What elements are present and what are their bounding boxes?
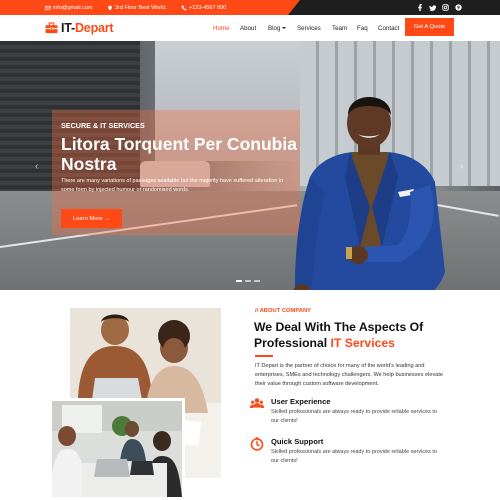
- hero-title: Litora Torquent Per Conubia Nostra: [61, 134, 297, 174]
- feature-quick-support: Quick Support Skilled professionals are …: [250, 437, 450, 467]
- page: info@gmail.com 3rd Floor Best World. +12…: [0, 0, 500, 500]
- nav-faq[interactable]: Faq: [357, 15, 368, 41]
- slider-prev-icon[interactable]: ‹: [35, 161, 38, 172]
- learn-more-button[interactable]: Learn More →: [61, 209, 122, 228]
- feature-title: Quick Support: [271, 437, 324, 446]
- slider-next-icon[interactable]: ›: [460, 161, 463, 172]
- main-navbar: IT-Depart Home About Blog Services Team …: [0, 15, 500, 41]
- nav-home[interactable]: Home: [213, 15, 230, 41]
- brand-name: IT-Depart: [61, 21, 114, 35]
- feature-user-experience: User Experience Skilled professionals ar…: [250, 397, 450, 427]
- contact-address-text: 3rd Floor Best World.: [115, 4, 167, 11]
- feature-description: Skilled professionals are always ready t…: [271, 449, 437, 464]
- location-icon: [108, 5, 112, 10]
- brand-name-part2: Depart: [74, 21, 114, 35]
- about-image-meeting: [49, 398, 185, 500]
- slider-dot[interactable]: [236, 280, 242, 282]
- about-title-accent: IT Services: [330, 335, 395, 350]
- twitter-icon[interactable]: [429, 4, 436, 11]
- chevron-down-icon: [282, 27, 287, 29]
- nav-about[interactable]: About: [240, 15, 256, 41]
- nav-team[interactable]: Team: [332, 15, 347, 41]
- phone-icon: [181, 5, 187, 10]
- brand-logo[interactable]: IT-Depart: [45, 19, 114, 37]
- hero-slider: ‹ › SECURE & IT SERVICES Litora Torquent…: [0, 41, 500, 290]
- slider-dots: [236, 280, 260, 282]
- about-description: IT Depart is the partner of choice for m…: [255, 363, 444, 388]
- feature-title: User Experience: [271, 397, 331, 406]
- users-icon: [250, 398, 264, 408]
- briefcase-icon: [45, 22, 58, 34]
- get-a-quote-button[interactable]: Get A Quote: [405, 18, 454, 36]
- pinterest-icon[interactable]: [455, 4, 462, 11]
- nav-contact[interactable]: Contact: [378, 15, 399, 41]
- hero-description: There are many variations of passages av…: [61, 178, 284, 193]
- contact-phone-text: +123-4567 890: [189, 4, 227, 11]
- hero-tagline: SECURE & IT SERVICES: [61, 121, 145, 130]
- instagram-icon[interactable]: [442, 4, 449, 11]
- facebook-icon[interactable]: [416, 4, 423, 11]
- clock-icon: [250, 437, 264, 451]
- hero-person-image: [293, 97, 445, 290]
- slider-dot[interactable]: [245, 280, 251, 282]
- mail-icon: [45, 5, 51, 10]
- contact-address: 3rd Floor Best World.: [107, 0, 167, 15]
- contact-email[interactable]: info@gmail.com: [45, 0, 93, 15]
- about-title-divider: [255, 355, 273, 357]
- feature-description: Skilled professionals are always ready t…: [271, 409, 437, 424]
- slider-dot[interactable]: [254, 280, 260, 282]
- about-image-meeting-graphic: [52, 401, 182, 497]
- nav-blog-label: Blog: [268, 24, 281, 32]
- about-section-tag: // ABOUT COMPANY: [255, 308, 312, 314]
- nav-services[interactable]: Services: [297, 15, 321, 41]
- about-section-title: We Deal With The Aspects Of Professional…: [254, 320, 454, 351]
- contact-email-text: info@gmail.com: [53, 4, 93, 11]
- social-links: [416, 0, 462, 15]
- top-bar: info@gmail.com 3rd Floor Best World. +12…: [0, 0, 500, 15]
- brand-name-part1: IT-: [61, 21, 75, 35]
- contact-phone[interactable]: +123-4567 890: [181, 0, 226, 15]
- nav-blog[interactable]: Blog: [268, 15, 287, 41]
